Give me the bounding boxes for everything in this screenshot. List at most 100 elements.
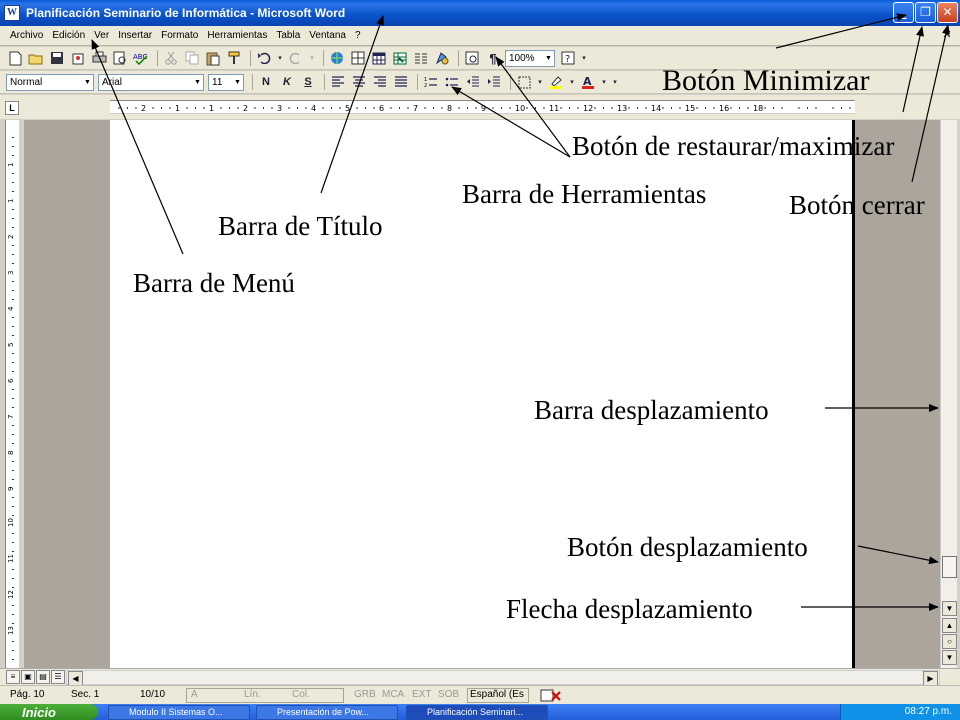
spelling-icon[interactable]: ABC bbox=[132, 49, 150, 67]
scroll-left-arrow-icon[interactable]: ◀ bbox=[68, 671, 83, 686]
format-painter-icon[interactable] bbox=[225, 49, 243, 67]
vertical-ruler-tick bbox=[12, 587, 14, 588]
word-app-icon[interactable]: W bbox=[4, 5, 20, 21]
start-button[interactable]: Inicio bbox=[0, 704, 98, 720]
style-select[interactable]: Normal ▼ bbox=[6, 73, 94, 91]
restore-button[interactable]: ❐ bbox=[915, 2, 936, 23]
ruler-tick bbox=[195, 107, 196, 109]
chevron-down-icon[interactable]: ▼ bbox=[82, 75, 93, 90]
taskbar-item-modulo[interactable]: Modulo II Sistemas O... bbox=[108, 705, 250, 720]
hyperlink-icon[interactable] bbox=[328, 49, 346, 67]
decrease-indent-icon[interactable] bbox=[464, 73, 482, 91]
ruler-tick bbox=[331, 107, 332, 109]
menu-ver[interactable]: Ver bbox=[94, 30, 109, 41]
drawing-icon[interactable] bbox=[433, 49, 451, 67]
font-color-icon[interactable]: A bbox=[579, 73, 597, 91]
toolbar-options-icon[interactable]: ▾ bbox=[611, 73, 619, 91]
highlight-dropdown-icon[interactable]: ▾ bbox=[568, 73, 576, 91]
border-dropdown-icon[interactable]: ▾ bbox=[536, 73, 544, 91]
menu-ventana[interactable]: Ventana bbox=[309, 30, 346, 41]
scroll-right-arrow-icon[interactable]: ▶ bbox=[923, 671, 938, 686]
font-size-select[interactable]: 11 ▼ bbox=[208, 73, 244, 91]
columns-icon[interactable] bbox=[412, 49, 430, 67]
new-icon[interactable] bbox=[6, 49, 24, 67]
vertical-scrollbar[interactable]: ▼ ▲ ○ ▼ bbox=[940, 120, 957, 668]
tab-selector-button[interactable]: L bbox=[5, 101, 19, 115]
undo-icon[interactable] bbox=[255, 49, 273, 67]
print-icon[interactable] bbox=[90, 49, 108, 67]
status-ext[interactable]: EXT bbox=[412, 689, 431, 700]
italic-button[interactable]: K bbox=[278, 73, 296, 91]
menu-insertar[interactable]: Insertar bbox=[118, 30, 152, 41]
toolbar-options-icon[interactable]: ▾ bbox=[580, 49, 588, 67]
style-value: Normal bbox=[10, 76, 43, 88]
browse-object-icon[interactable]: ○ bbox=[942, 634, 957, 649]
next-page-icon[interactable]: ▼ bbox=[942, 650, 957, 665]
document-map-icon[interactable] bbox=[463, 49, 481, 67]
underline-button[interactable]: S bbox=[299, 73, 317, 91]
chevron-down-icon[interactable]: ▼ bbox=[192, 75, 203, 90]
print-preview-icon[interactable] bbox=[111, 49, 129, 67]
taskbar-item-planificacion[interactable]: Planificación Seminari... bbox=[406, 705, 548, 720]
increase-indent-icon[interactable] bbox=[485, 73, 503, 91]
normal-view-icon[interactable]: ≡ bbox=[6, 670, 20, 684]
previous-page-icon[interactable]: ▲ bbox=[942, 618, 957, 633]
status-language[interactable]: Español (Es bbox=[470, 689, 524, 700]
vertical-ruler[interactable]: 1 1 2 3 4 5 6 7 8 9 10 11 12 13 bbox=[5, 120, 19, 668]
ruler-tick bbox=[305, 107, 307, 109]
outline-view-icon[interactable]: ☰ bbox=[51, 670, 65, 684]
web-view-icon[interactable]: ▣ bbox=[21, 670, 35, 684]
close-button[interactable]: ✕ bbox=[937, 2, 958, 23]
menu-herramientas[interactable]: Herramientas bbox=[207, 30, 267, 41]
permission-icon[interactable] bbox=[69, 49, 87, 67]
menu-edicion[interactable]: Edición bbox=[52, 30, 85, 41]
save-icon[interactable] bbox=[48, 49, 66, 67]
insert-table-icon[interactable] bbox=[370, 49, 388, 67]
menu-help[interactable]: ? bbox=[355, 30, 361, 41]
horizontal-scrollbar[interactable]: ◀ ▶ bbox=[66, 670, 940, 686]
font-select[interactable]: Arial ▼ bbox=[98, 73, 204, 91]
help-icon[interactable]: ? bbox=[559, 49, 577, 67]
copy-icon[interactable] bbox=[183, 49, 201, 67]
center-icon[interactable] bbox=[350, 73, 368, 91]
vertical-ruler-tick bbox=[12, 173, 14, 174]
chevron-down-icon[interactable]: ▼ bbox=[543, 51, 554, 66]
redo-dropdown-icon[interactable]: ▾ bbox=[308, 49, 316, 67]
undo-dropdown-icon[interactable]: ▾ bbox=[276, 49, 284, 67]
show-formatting-icon[interactable]: ¶ bbox=[484, 49, 502, 67]
document-close-icon[interactable]: ✕ bbox=[940, 28, 954, 42]
zoom-select[interactable]: 100% ▼ bbox=[505, 49, 555, 67]
taskbar-item-presentacion[interactable]: Presentación de Pow... bbox=[256, 705, 398, 720]
status-grb[interactable]: GRB bbox=[354, 689, 376, 700]
align-left-icon[interactable] bbox=[329, 73, 347, 91]
horizontal-ruler[interactable]: 2 1 1 2 3 4 5 6 7 8 9 10 11 12 13 14 15 16 18 bbox=[110, 100, 855, 114]
align-right-icon[interactable] bbox=[371, 73, 389, 91]
bullets-icon[interactable] bbox=[443, 73, 461, 91]
justify-icon[interactable] bbox=[392, 73, 410, 91]
numbering-icon[interactable]: 12 bbox=[422, 73, 440, 91]
bold-button[interactable]: N bbox=[257, 73, 275, 91]
redo-icon[interactable] bbox=[287, 49, 305, 67]
label-scroll-arrow: Flecha desplazamiento bbox=[506, 594, 753, 624]
minimize-button[interactable]: _ bbox=[893, 2, 914, 23]
open-icon[interactable] bbox=[27, 49, 45, 67]
vertical-ruler-number: 1 bbox=[7, 199, 15, 203]
print-view-icon[interactable]: ▤ bbox=[36, 670, 50, 684]
cut-icon[interactable] bbox=[162, 49, 180, 67]
title-bar[interactable]: W Planificación Seminario de Informática… bbox=[0, 0, 960, 26]
chevron-down-icon[interactable]: ▼ bbox=[232, 75, 243, 90]
status-mca[interactable]: MCA bbox=[382, 689, 404, 700]
border-icon[interactable] bbox=[515, 73, 533, 91]
status-sob[interactable]: SOB bbox=[438, 689, 459, 700]
scroll-down-arrow-icon[interactable]: ▼ bbox=[942, 601, 957, 616]
paste-icon[interactable] bbox=[204, 49, 222, 67]
insert-excel-icon[interactable] bbox=[391, 49, 409, 67]
spelling-status-icon[interactable] bbox=[540, 689, 562, 705]
highlight-icon[interactable] bbox=[547, 73, 565, 91]
scrollbar-thumb[interactable] bbox=[942, 556, 957, 578]
tables-borders-icon[interactable] bbox=[349, 49, 367, 67]
menu-tabla[interactable]: Tabla bbox=[276, 30, 300, 41]
menu-archivo[interactable]: Archivo bbox=[10, 30, 43, 41]
menu-formato[interactable]: Formato bbox=[161, 30, 198, 41]
font-color-dropdown-icon[interactable]: ▾ bbox=[600, 73, 608, 91]
